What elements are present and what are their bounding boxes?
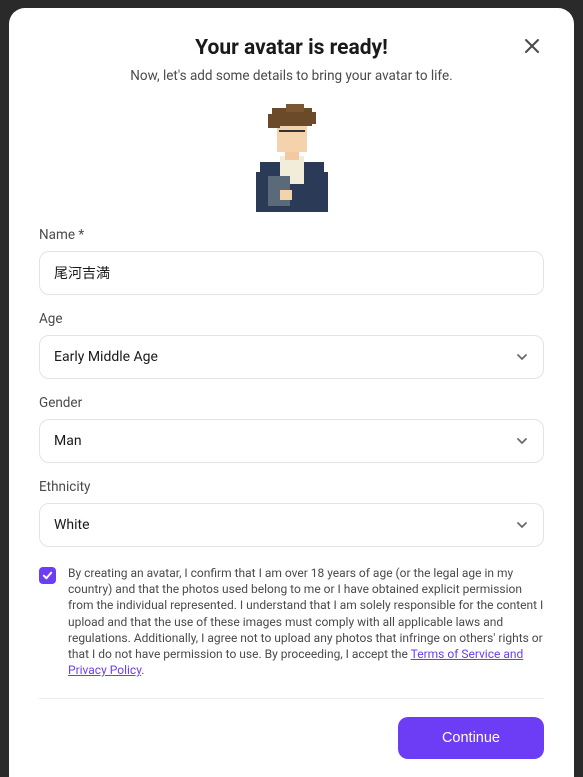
consent-checkbox[interactable] (39, 567, 56, 584)
avatar-ready-modal: Your avatar is ready! Now, let's add som… (9, 8, 574, 777)
gender-group: Gender Man (39, 395, 544, 463)
age-select[interactable]: Early Middle Age (39, 335, 544, 379)
check-icon (42, 570, 53, 581)
gender-label: Gender (39, 395, 544, 411)
chevron-down-icon (515, 350, 529, 364)
ethnicity-value: White (54, 517, 515, 533)
modal-header: Your avatar is ready! Now, let's add som… (39, 36, 544, 84)
modal-title: Your avatar is ready! (39, 36, 544, 60)
continue-button[interactable]: Continue (398, 717, 544, 759)
modal-footer: Continue (39, 699, 544, 759)
avatar-preview (39, 98, 544, 213)
avatar-image (242, 98, 342, 213)
consent-row: By creating an avatar, I confirm that I … (39, 565, 544, 699)
ethnicity-label: Ethnicity (39, 479, 544, 495)
age-group: Age Early Middle Age (39, 311, 544, 379)
name-label: Name * (39, 227, 544, 243)
ethnicity-group: Ethnicity White (39, 479, 544, 547)
ethnicity-select[interactable]: White (39, 503, 544, 547)
consent-after: . (141, 663, 144, 677)
age-value: Early Middle Age (54, 349, 515, 365)
close-button[interactable] (518, 32, 546, 60)
gender-select[interactable]: Man (39, 419, 544, 463)
gender-value: Man (54, 433, 515, 449)
consent-text: By creating an avatar, I confirm that I … (68, 565, 544, 678)
chevron-down-icon (515, 434, 529, 448)
modal-subtitle: Now, let's add some details to bring you… (39, 68, 544, 84)
name-group: Name * (39, 227, 544, 295)
name-input[interactable] (39, 251, 544, 295)
close-icon (523, 37, 541, 55)
age-label: Age (39, 311, 544, 327)
chevron-down-icon (515, 518, 529, 532)
